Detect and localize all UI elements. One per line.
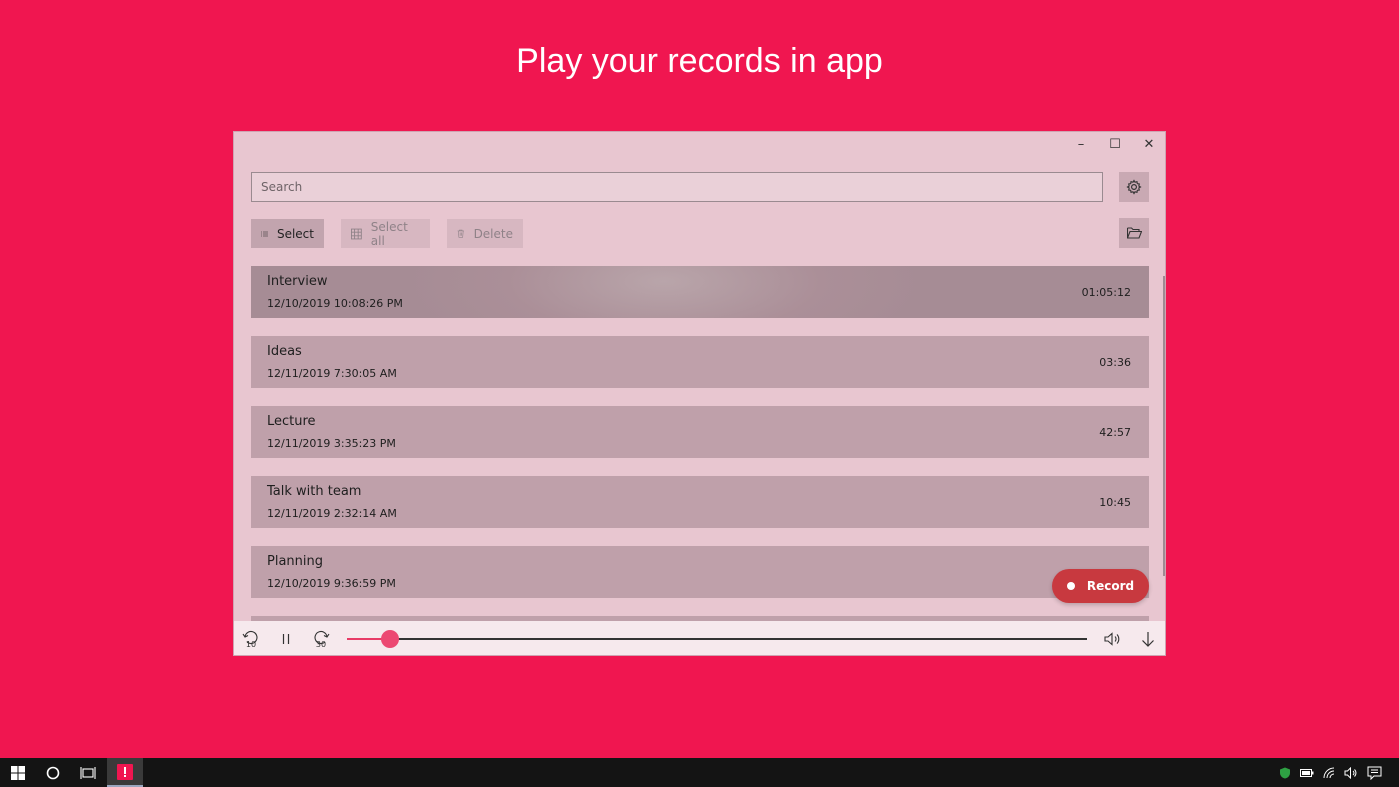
windows-logo-icon xyxy=(10,765,25,780)
open-folder-button[interactable] xyxy=(1119,218,1149,248)
record-date: 12/11/2019 7:30:05 AM xyxy=(267,367,397,380)
security-shield-icon[interactable] xyxy=(1279,767,1291,779)
record-name: Talk with team xyxy=(267,484,362,499)
record-name: Lecture xyxy=(267,414,316,429)
delete-label: Delete xyxy=(473,226,513,241)
skip-back-seconds: 10 xyxy=(246,640,256,649)
player-bar: 10 30 xyxy=(234,621,1165,655)
skip-back-10-icon: 10 xyxy=(242,631,258,649)
trash-icon xyxy=(457,229,464,238)
grid-icon xyxy=(351,228,362,239)
record-date: 12/10/2019 9:36:59 PM xyxy=(267,577,396,590)
folder-open-icon xyxy=(1126,227,1142,239)
record-button[interactable]: Record xyxy=(1052,569,1149,603)
skip-forward-30-icon: 30 xyxy=(314,631,330,649)
list-scrollbar[interactable] xyxy=(1163,276,1165,576)
select-all-button[interactable]: Select all xyxy=(341,219,430,248)
maximize-button[interactable]: ☐ xyxy=(1100,134,1130,154)
select-label: Select xyxy=(276,226,314,241)
record-item[interactable]: Lecture 12/11/2019 3:35:23 PM 42:57 xyxy=(251,406,1149,458)
skip-back-button[interactable]: 10 xyxy=(241,629,261,649)
delete-button[interactable]: Delete xyxy=(447,219,523,248)
arrow-down-icon xyxy=(1142,632,1154,647)
search-input[interactable] xyxy=(251,172,1103,202)
close-button[interactable]: ✕ xyxy=(1134,134,1164,154)
record-duration: 10:45 xyxy=(1099,496,1131,509)
record-item[interactable]: Ideas 12/11/2019 7:30:05 AM 03:36 xyxy=(251,336,1149,388)
record-item[interactable]: Interview 12/10/2019 10:08:26 PM 01:05:1… xyxy=(251,266,1149,318)
select-button[interactable]: Select xyxy=(251,219,324,248)
record-duration: 01:05:12 xyxy=(1081,286,1131,299)
battery-icon[interactable] xyxy=(1300,768,1314,778)
wifi-icon[interactable] xyxy=(1323,767,1335,779)
record-list: Interview 12/10/2019 10:08:26 PM 01:05:1… xyxy=(251,266,1149,655)
record-date: 12/10/2019 10:08:26 PM xyxy=(267,297,403,310)
record-item[interactable]: Planning 12/10/2019 9:36:59 PM xyxy=(251,546,1149,598)
taskbar-app-recorder[interactable] xyxy=(107,758,143,787)
record-dot-icon xyxy=(1066,582,1075,590)
download-button[interactable] xyxy=(1138,629,1158,649)
notification-center-icon[interactable] xyxy=(1367,766,1383,780)
volume-icon xyxy=(1104,632,1120,646)
seek-slider[interactable] xyxy=(347,630,1087,648)
gear-icon xyxy=(1126,179,1142,195)
settings-button[interactable] xyxy=(1119,172,1149,202)
volume-button[interactable] xyxy=(1103,629,1123,649)
record-name: Planning xyxy=(267,554,323,569)
title-bar: – ☐ ✕ xyxy=(234,132,1165,156)
seek-thumb[interactable] xyxy=(380,630,399,648)
record-duration: 42:57 xyxy=(1099,426,1131,439)
record-name: Ideas xyxy=(267,344,302,359)
minimize-button[interactable]: – xyxy=(1066,134,1096,154)
record-date: 12/11/2019 3:35:23 PM xyxy=(267,437,396,450)
skip-forward-button[interactable]: 30 xyxy=(311,629,331,649)
cortana-button[interactable] xyxy=(35,758,70,787)
task-view-button[interactable] xyxy=(70,758,105,787)
recorder-app-icon xyxy=(117,763,133,780)
start-button[interactable] xyxy=(0,758,35,787)
record-name: Interview xyxy=(267,274,328,289)
list-icon xyxy=(261,231,268,236)
record-date: 12/11/2019 2:32:14 AM xyxy=(267,507,397,520)
pause-icon xyxy=(282,634,290,644)
app-window: – ☐ ✕ Select Select all Delete xyxy=(233,131,1166,656)
pause-button[interactable] xyxy=(276,629,296,649)
cortana-circle-icon xyxy=(46,766,59,779)
record-duration: 03:36 xyxy=(1099,356,1131,369)
page-headline: Play your records in app xyxy=(516,42,883,80)
system-tray xyxy=(1279,758,1383,787)
speaker-icon[interactable] xyxy=(1344,766,1358,779)
task-view-icon xyxy=(79,766,96,779)
skip-forward-seconds: 30 xyxy=(316,640,326,649)
record-item[interactable]: Talk with team 12/11/2019 2:32:14 AM 10:… xyxy=(251,476,1149,528)
taskbar xyxy=(0,758,1399,787)
select-all-label: Select all xyxy=(370,219,408,248)
record-label: Record xyxy=(1086,579,1135,593)
